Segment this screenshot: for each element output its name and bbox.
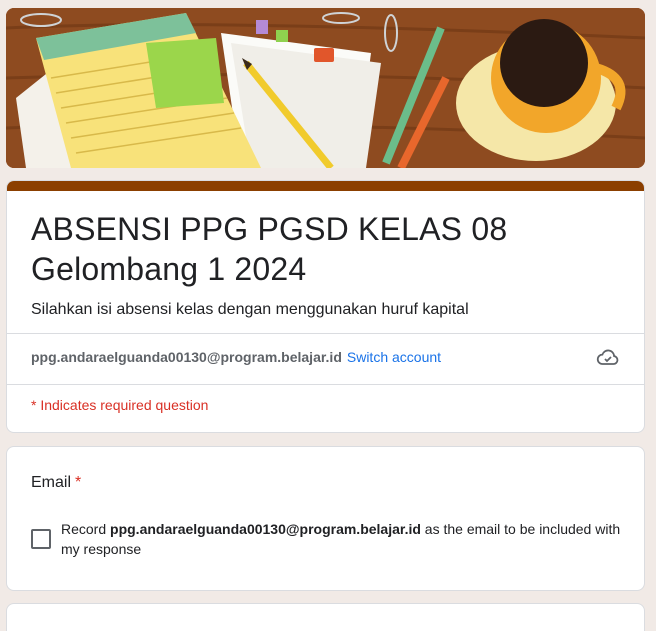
record-email: ppg.andaraelguanda00130@program.belajar.… xyxy=(110,521,421,537)
accent-bar xyxy=(7,181,644,191)
form-header-card: ABSENSI PPG PGSD KELAS 08 Gelombang 1 20… xyxy=(6,180,645,433)
next-question-card xyxy=(6,603,645,631)
question-label: Email xyxy=(31,474,72,491)
form-title: ABSENSI PPG PGSD KELAS 08 Gelombang 1 20… xyxy=(31,211,508,287)
form-description: Silahkan isi absensi kelas dengan menggu… xyxy=(31,301,469,318)
record-email-checkbox[interactable] xyxy=(31,529,51,549)
email-question-card: Email * Record ppg.andaraelguanda00130@pr… xyxy=(6,446,645,591)
header-banner xyxy=(6,8,645,168)
divider xyxy=(7,384,644,385)
account-email: ppg.andaraelguanda00130@program.belajar.… xyxy=(31,349,342,365)
record-prefix: Record xyxy=(61,521,107,537)
cloud-sync-icon[interactable] xyxy=(596,345,620,369)
required-note: * Indicates required question xyxy=(31,397,209,413)
record-email-label[interactable]: Record ppg.andaraelguanda00130@program.b… xyxy=(61,519,631,559)
divider xyxy=(7,333,644,334)
switch-account-link[interactable]: Switch account xyxy=(347,349,441,365)
question-title: Email * xyxy=(31,474,81,492)
account-row: ppg.andaraelguanda00130@program.belajar.… xyxy=(31,346,620,368)
required-star: * xyxy=(75,474,82,491)
desk-illustration-icon xyxy=(6,8,645,168)
